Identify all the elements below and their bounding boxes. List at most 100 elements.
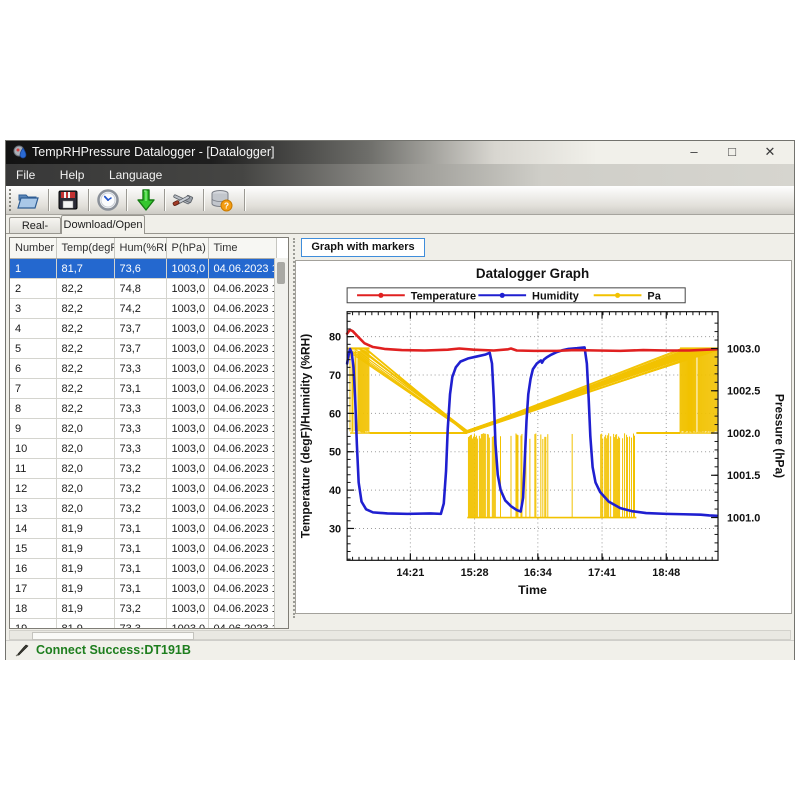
table-cell[interactable]: 04.06.2023 13... <box>208 299 276 319</box>
table-row[interactable]: 382,274,21003,004.06.2023 13... <box>10 299 276 319</box>
table-cell[interactable]: 04.06.2023 13... <box>208 579 276 599</box>
settings-button[interactable] <box>171 188 197 213</box>
table-cell[interactable]: 04.06.2023 13... <box>208 439 276 459</box>
table-cell[interactable]: 73,1 <box>114 579 166 599</box>
table-cell[interactable]: 2 <box>10 279 56 299</box>
table-cell[interactable]: 73,1 <box>114 559 166 579</box>
table-cell[interactable]: 1003,0 <box>166 599 208 619</box>
table-cell[interactable]: 73,2 <box>114 499 166 519</box>
col-number[interactable]: Number <box>10 238 56 259</box>
table-cell[interactable]: 82,2 <box>56 399 114 419</box>
table-cell[interactable]: 81,9 <box>56 619 114 630</box>
table-cell[interactable]: 82,2 <box>56 359 114 379</box>
table-cell[interactable]: 81,7 <box>56 259 114 279</box>
table-cell[interactable]: 73,3 <box>114 359 166 379</box>
table-row[interactable]: 582,273,71003,004.06.2023 13... <box>10 339 276 359</box>
table-cell[interactable]: 1003,0 <box>166 499 208 519</box>
table-cell[interactable]: 1003,0 <box>166 459 208 479</box>
table-cell[interactable]: 04.06.2023 13... <box>208 379 276 399</box>
table-cell[interactable]: 82,0 <box>56 499 114 519</box>
table-cell[interactable]: 04.06.2023 13... <box>208 359 276 379</box>
table-cell[interactable]: 17 <box>10 579 56 599</box>
table-cell[interactable]: 1003,0 <box>166 559 208 579</box>
table-cell[interactable]: 1003,0 <box>166 539 208 559</box>
col-pressure[interactable]: P(hPa) <box>166 238 208 259</box>
table-cell[interactable]: 11 <box>10 459 56 479</box>
graph-with-markers-button[interactable]: Graph with markers <box>301 238 425 257</box>
table-cell[interactable]: 73,1 <box>114 379 166 399</box>
table-cell[interactable]: 82,2 <box>56 319 114 339</box>
table-cell[interactable]: 04.06.2023 13... <box>208 499 276 519</box>
table-cell[interactable]: 04.06.2023 13... <box>208 559 276 579</box>
col-hum[interactable]: Hum(%RH) <box>114 238 166 259</box>
table-cell[interactable]: 73,2 <box>114 599 166 619</box>
table-cell[interactable]: 82,0 <box>56 439 114 459</box>
table-row[interactable]: 1781,973,11003,004.06.2023 13... <box>10 579 276 599</box>
menu-help[interactable]: Help <box>50 164 95 186</box>
table-row[interactable]: 1282,073,21003,004.06.2023 13... <box>10 479 276 499</box>
table-row[interactable]: 682,273,31003,004.06.2023 13... <box>10 359 276 379</box>
table-cell[interactable]: 82,2 <box>56 339 114 359</box>
table-row[interactable]: 1182,073,21003,004.06.2023 13... <box>10 459 276 479</box>
table-cell[interactable]: 1003,0 <box>166 359 208 379</box>
table-cell[interactable]: 04.06.2023 13... <box>208 599 276 619</box>
table-cell[interactable]: 7 <box>10 379 56 399</box>
table-horizontal-scrollbar[interactable] <box>9 630 791 640</box>
close-button[interactable]: ✕ <box>756 141 784 164</box>
save-button[interactable] <box>56 188 82 213</box>
table-cell[interactable]: 16 <box>10 559 56 579</box>
table-row[interactable]: 1981,973,31003,004.06.2023 13... <box>10 619 276 630</box>
table-cell[interactable]: 04.06.2023 13... <box>208 339 276 359</box>
table-row[interactable]: 1881,973,21003,004.06.2023 13... <box>10 599 276 619</box>
table-cell[interactable]: 73,7 <box>114 339 166 359</box>
table-cell[interactable]: 04.06.2023 13... <box>208 419 276 439</box>
device-info-button[interactable]: ? <box>209 188 235 213</box>
table-row[interactable]: 982,073,31003,004.06.2023 13... <box>10 419 276 439</box>
table-cell[interactable]: 19 <box>10 619 56 630</box>
table-row[interactable]: 782,273,11003,004.06.2023 13... <box>10 379 276 399</box>
open-file-button[interactable] <box>16 188 42 213</box>
table-row[interactable]: 1082,073,31003,004.06.2023 13... <box>10 439 276 459</box>
table-cell[interactable]: 73,3 <box>114 619 166 630</box>
tab-download-open[interactable]: Download/Open <box>61 215 145 234</box>
table-cell[interactable]: 81,9 <box>56 599 114 619</box>
table-cell[interactable]: 12 <box>10 479 56 499</box>
table-cell[interactable]: 1003,0 <box>166 519 208 539</box>
table-row[interactable]: 1382,073,21003,004.06.2023 13... <box>10 499 276 519</box>
table-cell[interactable]: 1003,0 <box>166 479 208 499</box>
table-cell[interactable]: 1003,0 <box>166 339 208 359</box>
table-row[interactable]: 181,773,61003,004.06.2023 13... <box>10 259 276 279</box>
table-cell[interactable]: 1 <box>10 259 56 279</box>
table-cell[interactable]: 1003,0 <box>166 319 208 339</box>
scrollbar-thumb[interactable] <box>32 632 194 640</box>
table-cell[interactable]: 04.06.2023 13... <box>208 539 276 559</box>
table-cell[interactable]: 73,3 <box>114 399 166 419</box>
table-cell[interactable]: 3 <box>10 299 56 319</box>
table-row[interactable]: 482,273,71003,004.06.2023 13... <box>10 319 276 339</box>
col-time[interactable]: Time <box>208 238 276 259</box>
table-cell[interactable]: 04.06.2023 13... <box>208 319 276 339</box>
table-cell[interactable]: 73,2 <box>114 479 166 499</box>
table-cell[interactable]: 8 <box>10 399 56 419</box>
table-row[interactable]: 1481,973,11003,004.06.2023 13... <box>10 519 276 539</box>
table-cell[interactable]: 73,1 <box>114 539 166 559</box>
table-cell[interactable]: 1003,0 <box>166 399 208 419</box>
table-cell[interactable]: 73,2 <box>114 459 166 479</box>
table-cell[interactable]: 15 <box>10 539 56 559</box>
table-cell[interactable]: 81,9 <box>56 519 114 539</box>
table-cell[interactable]: 73,6 <box>114 259 166 279</box>
table-cell[interactable]: 1003,0 <box>166 579 208 599</box>
table-cell[interactable]: 14 <box>10 519 56 539</box>
menu-file[interactable]: File <box>6 164 45 186</box>
table-cell[interactable]: 81,9 <box>56 579 114 599</box>
table-cell[interactable]: 1003,0 <box>166 279 208 299</box>
table-cell[interactable]: 04.06.2023 13... <box>208 259 276 279</box>
download-button[interactable] <box>134 188 160 213</box>
table-cell[interactable]: 04.06.2023 13... <box>208 399 276 419</box>
table-cell[interactable]: 81,9 <box>56 559 114 579</box>
table-cell[interactable]: 82,2 <box>56 299 114 319</box>
table-cell[interactable]: 81,9 <box>56 539 114 559</box>
realtime-clock-button[interactable] <box>96 188 122 213</box>
table-cell[interactable]: 73,3 <box>114 419 166 439</box>
table-vertical-scrollbar[interactable] <box>274 258 288 628</box>
